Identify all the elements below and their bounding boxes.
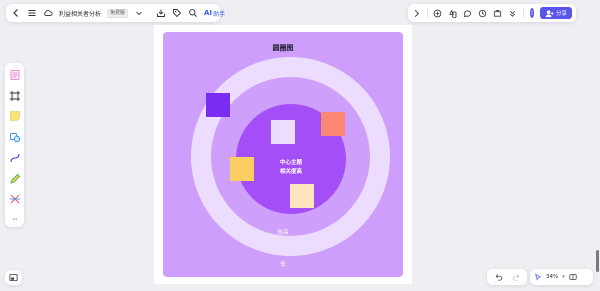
export-icon[interactable] — [156, 8, 166, 19]
sticky-note-purple[interactable] — [206, 93, 230, 117]
present-icon[interactable] — [493, 8, 502, 18]
sticky-note-orange[interactable] — [321, 112, 345, 136]
redo-icon[interactable] — [512, 273, 520, 281]
left-toolbar: ··· — [5, 63, 24, 227]
fit-screen-icon[interactable] — [569, 273, 577, 281]
minimap-icon — [9, 273, 18, 282]
center-topic-label[interactable]: 中心主题 — [239, 158, 343, 166]
share-label: 分享 — [556, 11, 568, 17]
canvas-page: 圆圈图 中心主题 相关度高 较高 低 — [154, 25, 412, 284]
chevron-down-icon[interactable]: ▾ — [562, 274, 565, 280]
middle-ring-label[interactable]: 较高 — [253, 228, 313, 236]
top-left-toolbar: 利益相关者分析 免费版 AI 助手 — [6, 4, 225, 22]
center-relevance-label[interactable]: 相关度高 — [239, 167, 343, 175]
diagram-title[interactable]: 圆圈图 — [163, 43, 403, 53]
comment-icon[interactable] — [463, 8, 472, 18]
cloud-icon — [43, 8, 53, 19]
share-button[interactable]: 分享 — [540, 7, 573, 19]
template-icon[interactable] — [8, 68, 22, 82]
ai-assistant-label: 助手 — [213, 10, 226, 18]
zoom-level[interactable]: 34% — [546, 274, 558, 280]
double-chevron-down-icon[interactable] — [508, 8, 517, 18]
frame-icon[interactable] — [8, 89, 22, 103]
menu-icon[interactable] — [27, 8, 37, 19]
sticky-note-cream[interactable] — [290, 184, 314, 208]
document-title[interactable]: 利益相关者分析 — [59, 9, 101, 18]
ai-assistant-button[interactable]: AI 助手 — [204, 9, 225, 18]
shape-icon[interactable] — [8, 130, 22, 144]
ai-mark: AI — [204, 9, 213, 17]
mindmap-icon[interactable] — [8, 193, 22, 207]
pointer-icon[interactable] — [534, 273, 542, 281]
more-tools-icon[interactable]: ··· — [8, 213, 22, 227]
reaction-icon[interactable] — [448, 8, 457, 18]
sticky-note-icon[interactable] — [8, 110, 22, 124]
top-right-toolbar: I 分享 — [408, 4, 576, 22]
undo-icon[interactable] — [495, 273, 503, 281]
plan-badge: 免费版 — [107, 8, 129, 18]
add-icon[interactable] — [433, 8, 442, 18]
collapse-arrow-icon[interactable] — [412, 8, 421, 18]
outer-ring-label[interactable]: 低 — [263, 260, 303, 268]
connector-icon[interactable] — [8, 151, 22, 165]
user-add-icon — [545, 9, 554, 17]
pen-icon[interactable] — [8, 172, 22, 186]
avatar[interactable]: I — [529, 8, 534, 18]
tag-icon[interactable] — [172, 8, 182, 19]
zoom-bar: 34% ▾ — [530, 269, 593, 285]
vertical-scrollbar[interactable] — [596, 250, 599, 272]
diagram-board[interactable]: 圆圈图 中心主题 相关度高 较高 低 — [163, 32, 403, 277]
sticky-note-light[interactable] — [271, 120, 295, 144]
chevron-down-icon[interactable] — [134, 8, 144, 19]
back-icon[interactable] — [11, 8, 21, 19]
minimap-button[interactable] — [5, 270, 22, 285]
sticky-note-yellow[interactable] — [230, 157, 254, 181]
history-bar — [487, 269, 527, 285]
search-icon[interactable] — [188, 8, 198, 19]
history-icon[interactable] — [478, 8, 487, 18]
